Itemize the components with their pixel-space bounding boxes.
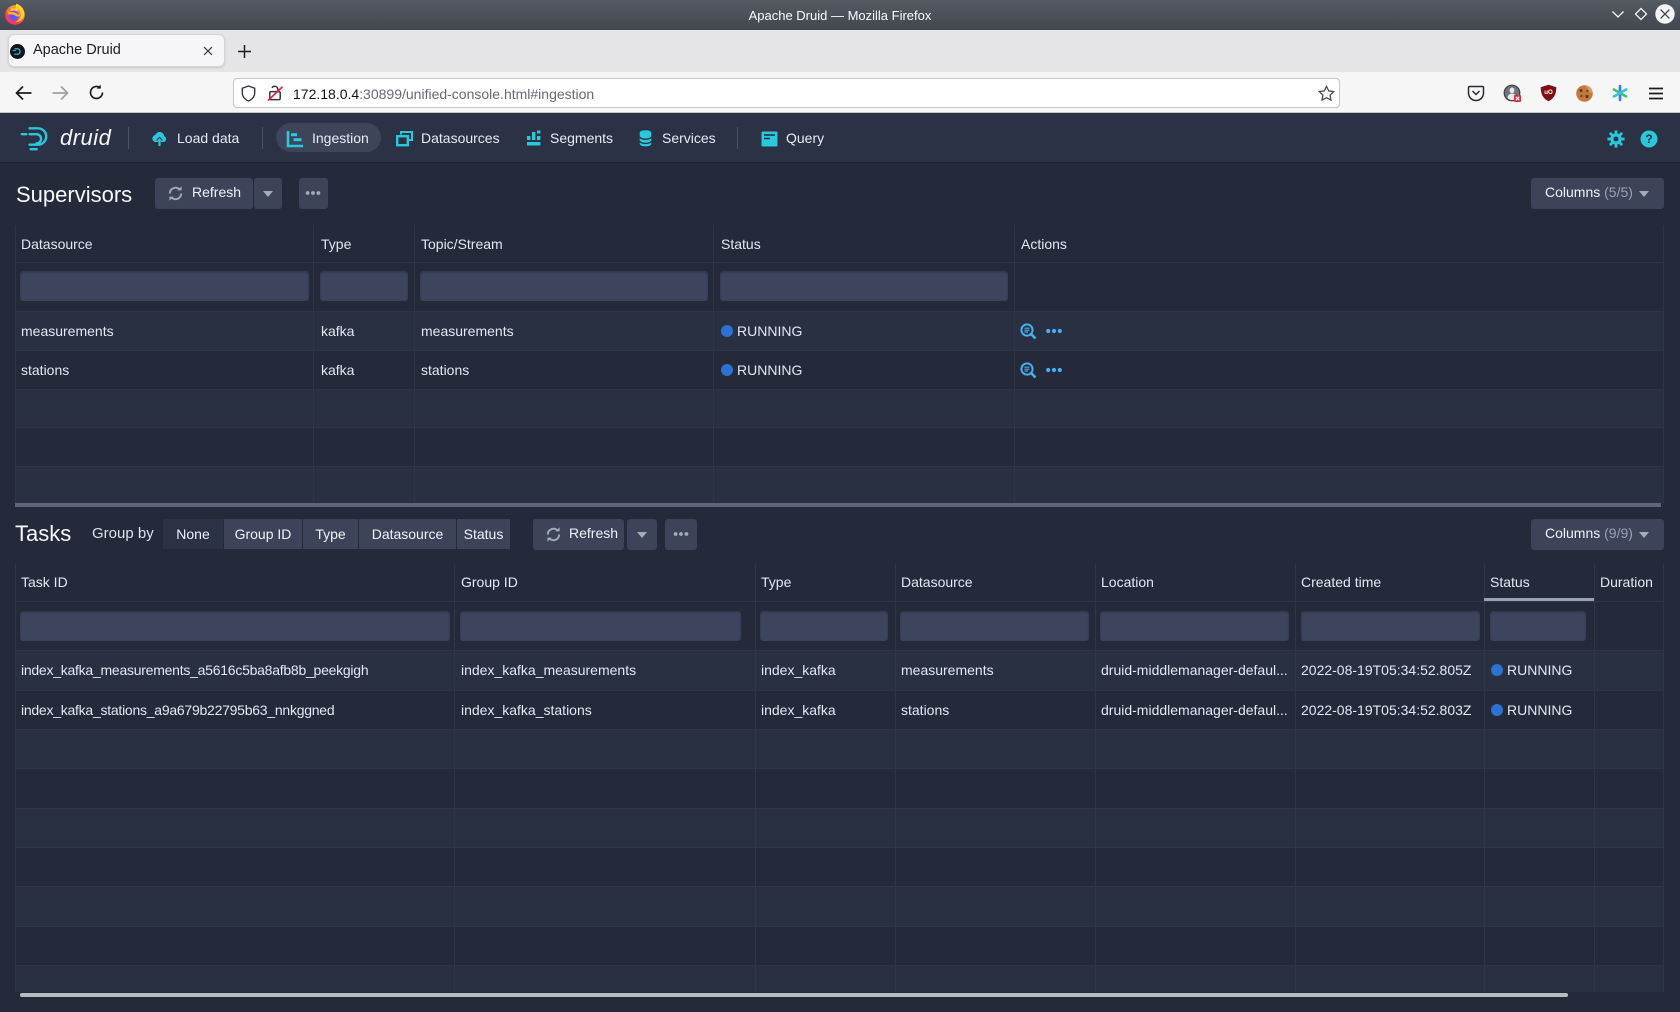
svg-text:uO: uO bbox=[1544, 89, 1553, 96]
svg-text:?: ? bbox=[1645, 132, 1652, 146]
